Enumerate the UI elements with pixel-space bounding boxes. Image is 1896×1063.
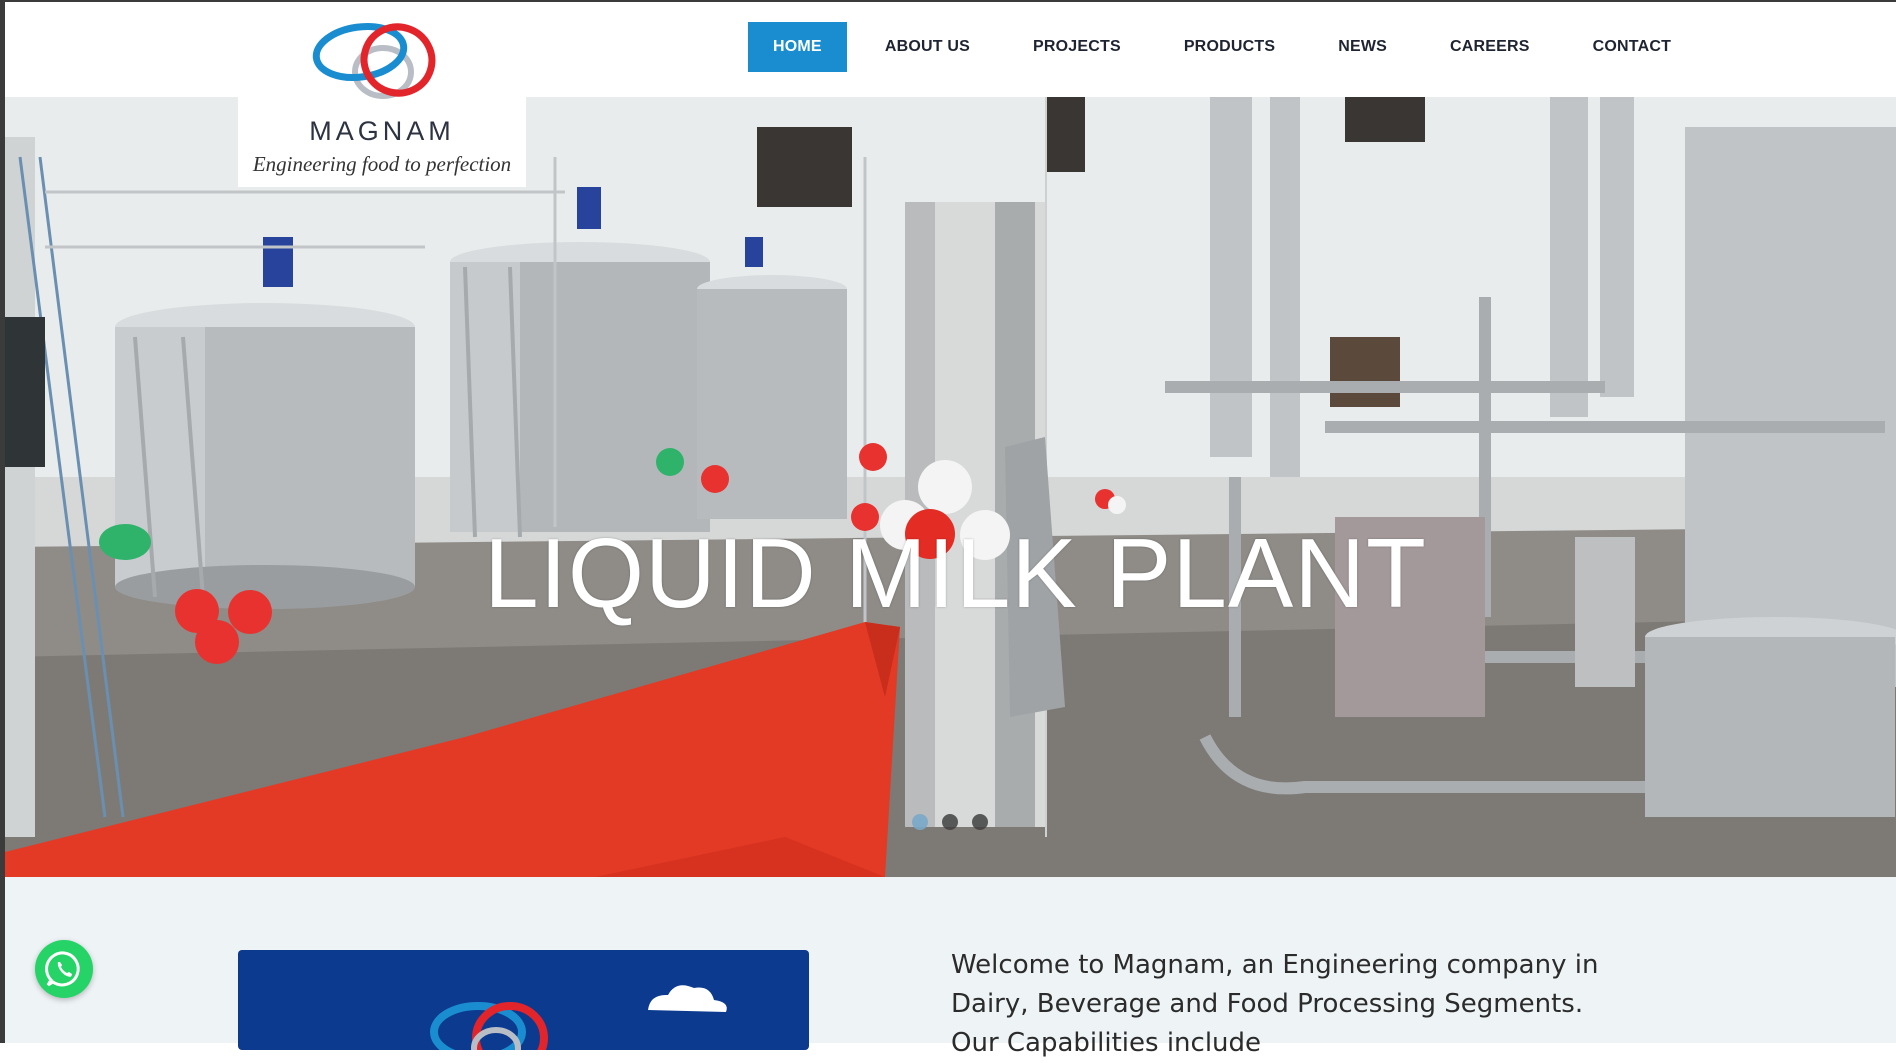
hero-slide-title: LIQUID MILK PLANT <box>484 518 1427 628</box>
logo-wordmark: MAGNAM <box>309 116 455 146</box>
nav-contact[interactable]: CONTACT <box>1568 22 1696 72</box>
slider-pagination <box>912 814 988 830</box>
site-logo[interactable]: MAGNAM Engineering food to perfection <box>238 2 526 187</box>
intro-section: Welcome to Magnam, an Engineering compan… <box>5 877 1896 1058</box>
nav-about-us[interactable]: ABOUT US <box>860 22 995 72</box>
main-nav: HOME ABOUT US PROJECTS PRODUCTS NEWS CAR… <box>748 22 1709 72</box>
welcome-line-2: Dairy, Beverage and Food Processing Segm… <box>951 989 1584 1019</box>
hero-plant-image <box>5 97 1896 877</box>
nav-products[interactable]: PRODUCTS <box>1159 22 1300 72</box>
logo-rings-icon <box>312 22 436 99</box>
slide-dot-1[interactable] <box>912 814 928 830</box>
hero-slider[interactable]: LIQUID MILK PLANT <box>5 97 1896 877</box>
welcome-line-3: Our Capabilities include <box>951 1028 1262 1058</box>
company-logo-card <box>238 950 809 1050</box>
whatsapp-icon <box>45 951 80 987</box>
nav-news[interactable]: NEWS <box>1313 22 1412 72</box>
logo-tagline: Engineering food to perfection <box>252 152 512 176</box>
slide-dot-3[interactable] <box>972 814 988 830</box>
nav-home[interactable]: HOME <box>748 22 847 72</box>
welcome-line-1: Welcome to Magnam, an Engineering compan… <box>951 950 1599 980</box>
whatsapp-button[interactable] <box>35 940 93 998</box>
nav-projects[interactable]: PROJECTS <box>1008 22 1146 72</box>
window-left-edge <box>0 0 5 1043</box>
window-top-edge <box>0 0 1896 2</box>
welcome-text: Welcome to Magnam, an Engineering compan… <box>951 946 1671 1063</box>
cloud-icon <box>648 985 727 1012</box>
card-graphic <box>430 985 727 1050</box>
slide-dot-2[interactable] <box>942 814 958 830</box>
nav-careers[interactable]: CAREERS <box>1425 22 1555 72</box>
